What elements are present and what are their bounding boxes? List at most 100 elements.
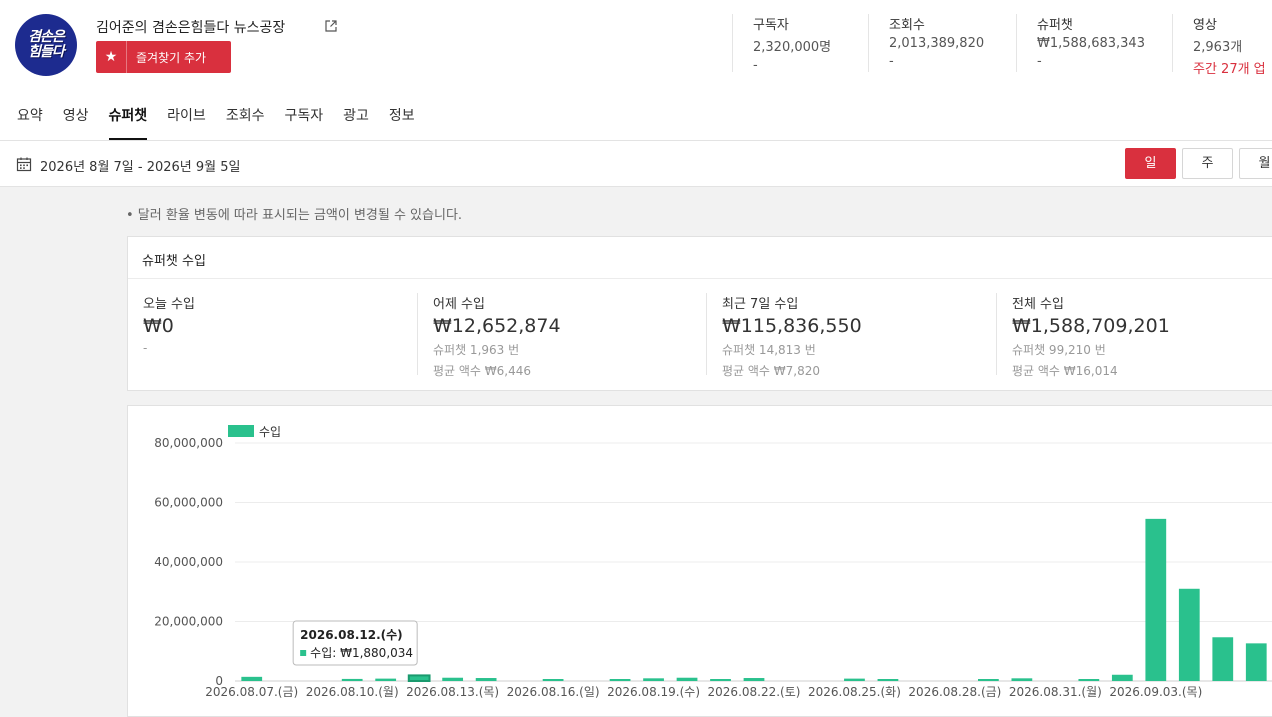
x-tick-label: 2026.08.19.(수) bbox=[607, 685, 700, 699]
y-tick-label: 60,000,000 bbox=[154, 496, 223, 510]
divider bbox=[996, 293, 997, 375]
stat-sub: 주간 27개 업 bbox=[1193, 62, 1266, 77]
y-tick-label: 40,000,000 bbox=[154, 555, 223, 569]
tab-ads[interactable]: 광고 bbox=[333, 96, 379, 140]
star-icon: ★ bbox=[96, 41, 127, 73]
period-month-button[interactable]: 월 bbox=[1239, 148, 1272, 179]
stat-value: 2,963개 bbox=[1193, 40, 1243, 55]
period-week-button[interactable]: 주 bbox=[1182, 148, 1233, 179]
income-yesterday: 어제 수입 ₩12,652,874 슈퍼챗 1,963 번 평균 액수 ₩6,4… bbox=[433, 293, 561, 379]
chart-bar bbox=[1212, 637, 1234, 681]
chart-bar bbox=[1178, 588, 1200, 681]
income-label: 전체 수입 bbox=[1012, 297, 1064, 312]
divider bbox=[417, 293, 418, 375]
chart-bar bbox=[643, 678, 664, 681]
income-label: 오늘 수입 bbox=[143, 297, 195, 312]
tooltip-swatch bbox=[300, 650, 307, 656]
divider bbox=[128, 278, 1272, 279]
period-day-button[interactable]: 일 bbox=[1125, 148, 1176, 179]
x-tick-label: 2026.08.25.(화) bbox=[808, 685, 901, 699]
external-link-icon[interactable] bbox=[325, 20, 337, 32]
superchat-income-card: 슈퍼챗 수입 오늘 수입 ₩0 - 어제 수입 ₩12,652,874 슈퍼챗 … bbox=[127, 236, 1272, 391]
y-tick-label: 20,000,000 bbox=[154, 615, 223, 629]
stat-sub: - bbox=[1037, 54, 1042, 69]
income-amount: ₩12,652,874 bbox=[433, 315, 561, 337]
income-label: 어제 수입 bbox=[433, 297, 485, 312]
income-total: 전체 수입 ₩1,588,709,201 슈퍼챗 99,210 번 평균 액수 … bbox=[1012, 293, 1170, 379]
x-tick-label: 2026.09.03.(목) bbox=[1109, 685, 1202, 699]
add-favorite-button[interactable]: ★ 즐겨찾기 추가 bbox=[96, 41, 231, 73]
channel-header: 겸손은 힘들다 김어준의 겸손은힘들다 뉴스공장 ★ 즐겨찾기 추가 구독자 2… bbox=[0, 0, 1272, 141]
chart-bar bbox=[1145, 518, 1167, 681]
calendar-icon[interactable] bbox=[16, 156, 32, 172]
x-tick-label: 2026.08.07.(금) bbox=[205, 685, 298, 699]
chart-bar bbox=[375, 678, 397, 681]
chart-bar bbox=[241, 676, 263, 681]
stat-sub: - bbox=[889, 54, 894, 69]
tooltip-value: 수입: ₩1,880,034 bbox=[310, 646, 413, 660]
chart-bar bbox=[442, 677, 464, 681]
stat-superchat: 슈퍼챗 ₩1,588,683,343 - bbox=[1016, 14, 1145, 72]
chart-bar bbox=[978, 679, 999, 681]
tooltip-title: 2026.08.12.(수) bbox=[300, 628, 402, 642]
income-today: 오늘 수입 ₩0 - bbox=[143, 293, 195, 359]
chart-bar bbox=[341, 678, 363, 681]
tab-videos[interactable]: 영상 bbox=[53, 96, 99, 140]
chart-bar bbox=[407, 674, 431, 682]
chart-bar bbox=[1111, 674, 1133, 681]
channel-logo[interactable]: 겸손은 힘들다 bbox=[15, 14, 77, 76]
income-last-7-days: 최근 7일 수입 ₩115,836,550 슈퍼챗 14,813 번 평균 액수… bbox=[722, 293, 862, 379]
tab-info[interactable]: 정보 bbox=[379, 96, 425, 140]
income-label: 최근 7일 수입 bbox=[722, 297, 799, 312]
income-amount: ₩115,836,550 bbox=[722, 315, 862, 337]
superchat-income-chart[interactable]: 020,000,00040,000,00060,000,00080,000,00… bbox=[128, 406, 1272, 716]
stat-sub: - bbox=[753, 58, 758, 73]
chart-bar bbox=[609, 679, 631, 681]
x-tick-label: 2026.08.28.(금) bbox=[908, 685, 1001, 699]
tab-superchat[interactable]: 슈퍼챗 bbox=[99, 96, 158, 140]
income-amount: ₩1,588,709,201 bbox=[1012, 315, 1170, 337]
chart-bar bbox=[844, 678, 865, 681]
tab-summary[interactable]: 요약 bbox=[0, 96, 53, 140]
legend-swatch bbox=[228, 425, 254, 437]
stat-views: 조회수 2,013,389,820 - bbox=[868, 14, 984, 72]
x-tick-label: 2026.08.10.(월) bbox=[306, 685, 399, 699]
income-average: 평균 액수 ₩7,820 bbox=[722, 364, 821, 378]
x-tick-label: 2026.08.22.(토) bbox=[708, 685, 801, 699]
chart-bar bbox=[877, 679, 899, 681]
date-range-picker[interactable]: 2026년 8월 7일 - 2026년 9월 5일 bbox=[40, 156, 241, 175]
income-count: 슈퍼챗 99,210 번 bbox=[1012, 343, 1106, 357]
income-count: 슈퍼챗 14,813 번 bbox=[722, 343, 816, 357]
chart-bar bbox=[475, 678, 497, 681]
tab-views[interactable]: 조회수 bbox=[216, 96, 275, 140]
income-average: 평균 액수 ₩6,446 bbox=[433, 364, 532, 378]
logo-line-1: 겸손은 bbox=[28, 29, 65, 45]
superchat-income-chart-card: 0 20,000,000 40,000,000 60,000,000 80,000,00… bbox=[127, 405, 1272, 717]
add-favorite-label: 즐겨찾기 추가 bbox=[136, 50, 207, 65]
chart-bar bbox=[1011, 678, 1033, 681]
stat-label: 구독자 bbox=[753, 18, 789, 33]
tab-live[interactable]: 라이브 bbox=[157, 96, 216, 140]
income-count: - bbox=[143, 341, 148, 355]
stat-label: 조회수 bbox=[889, 18, 925, 33]
tab-subscribers[interactable]: 구독자 bbox=[274, 96, 333, 140]
income-count: 슈퍼챗 1,963 번 bbox=[433, 343, 520, 357]
stat-value: ₩1,588,683,343 bbox=[1037, 36, 1145, 51]
card-title: 슈퍼챗 수입 bbox=[142, 254, 206, 269]
income-amount: ₩0 bbox=[143, 315, 174, 337]
stat-value: 2,013,389,820 bbox=[889, 36, 985, 51]
legend-label: 수입 bbox=[259, 425, 281, 439]
y-tick-label: 80,000,000 bbox=[154, 436, 223, 450]
chart-bar bbox=[1245, 643, 1267, 681]
channel-name[interactable]: 김어준의 겸손은힘들다 뉴스공장 bbox=[96, 17, 285, 37]
x-tick-label: 2026.08.13.(목) bbox=[406, 685, 499, 699]
x-tick-label: 2026.08.31.(월) bbox=[1009, 685, 1102, 699]
chart-bar bbox=[542, 679, 564, 681]
stat-subscribers: 구독자 2,320,000명 - bbox=[732, 14, 831, 73]
divider bbox=[706, 293, 707, 375]
exchange-rate-notice: • 달러 환율 변동에 따라 표시되는 금액이 변경될 수 있습니다. bbox=[126, 208, 463, 223]
income-average: 평균 액수 ₩16,014 bbox=[1012, 364, 1118, 378]
x-tick-label: 2026.08.16.(일) bbox=[507, 685, 600, 699]
chart-bar bbox=[1078, 679, 1100, 681]
logo-line-2: 힘들다 bbox=[28, 44, 65, 60]
